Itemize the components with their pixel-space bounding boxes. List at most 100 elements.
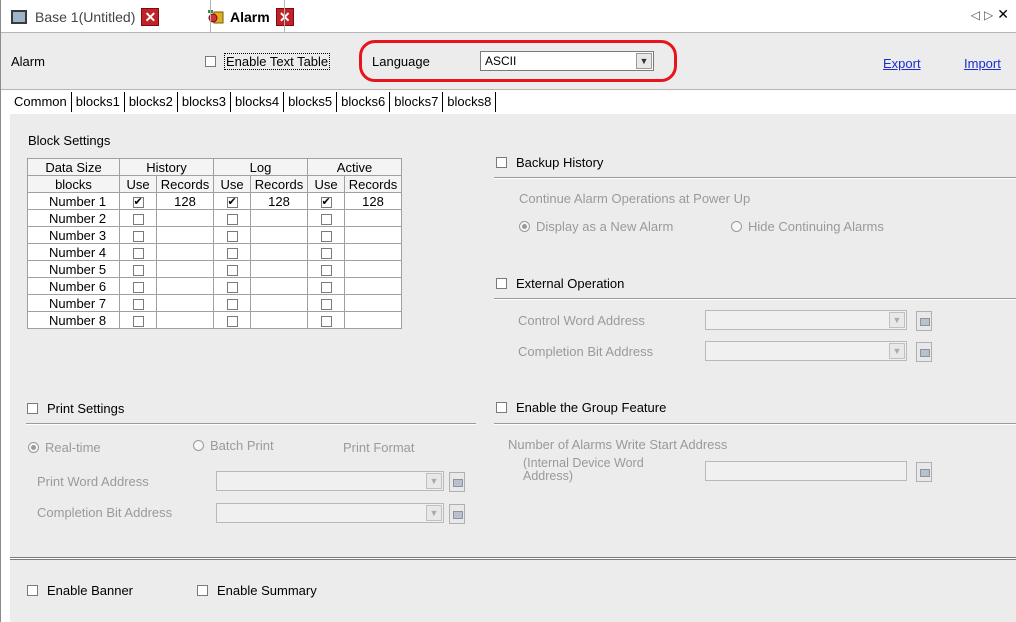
use-checkbox-cell[interactable] (307, 226, 345, 244)
use-checkbox[interactable] (226, 195, 238, 208)
import-link[interactable]: Import (964, 56, 1001, 71)
use-checkbox[interactable] (320, 195, 332, 208)
use-checkbox-cell[interactable] (213, 243, 251, 261)
checkbox-box[interactable] (496, 402, 507, 413)
device-picker-icon[interactable] (916, 462, 932, 482)
use-checkbox-cell[interactable] (307, 209, 345, 227)
use-checkbox[interactable] (320, 315, 332, 327)
checkbox-box[interactable] (27, 403, 38, 414)
use-checkbox[interactable] (132, 298, 144, 310)
control-word-select[interactable]: ▼ (705, 310, 907, 330)
tab-common[interactable]: Common (10, 92, 72, 112)
checkbox-box[interactable] (496, 157, 507, 168)
doc-tab-base1[interactable]: Base 1(Untitled) ✕ (11, 3, 160, 31)
use-checkbox-cell[interactable] (213, 209, 251, 227)
use-checkbox-cell[interactable] (119, 260, 157, 278)
checkbox-box[interactable] (205, 56, 216, 67)
use-checkbox-cell[interactable] (119, 209, 157, 227)
group-feature-checkbox[interactable]: Enable the Group Feature (496, 400, 666, 415)
enable-banner-checkbox[interactable]: Enable Banner (27, 583, 133, 598)
device-picker-icon[interactable] (916, 311, 932, 331)
use-checkbox-cell[interactable] (119, 294, 157, 312)
tab-blocks6[interactable]: blocks6 (337, 92, 391, 112)
use-checkbox[interactable] (226, 281, 238, 293)
use-checkbox-cell[interactable] (119, 192, 157, 210)
use-checkbox[interactable] (226, 315, 238, 327)
use-checkbox[interactable] (226, 247, 238, 259)
checkbox-box[interactable] (496, 278, 507, 289)
tab-blocks1[interactable]: blocks1 (72, 92, 125, 112)
external-completion-bit-select[interactable]: ▼ (705, 341, 907, 361)
use-checkbox-cell[interactable] (307, 311, 345, 329)
print-completion-bit-select[interactable]: ▼ (216, 503, 444, 523)
chevron-down-icon[interactable]: ▼ (426, 473, 442, 489)
use-checkbox[interactable] (132, 315, 144, 327)
scroll-left-icon[interactable]: ◁ (971, 8, 980, 23)
export-link[interactable]: Export (883, 56, 921, 71)
chevron-down-icon[interactable]: ▼ (889, 312, 905, 328)
write-start-address-field[interactable] (705, 461, 907, 481)
radio-dot[interactable] (28, 442, 39, 453)
realtime-radio[interactable]: Real-time (28, 440, 101, 455)
device-picker-icon[interactable] (916, 342, 932, 362)
tab-blocks8[interactable]: blocks8 (443, 92, 497, 112)
use-checkbox-cell[interactable] (307, 260, 345, 278)
use-checkbox[interactable] (132, 195, 144, 208)
use-checkbox-cell[interactable] (307, 277, 345, 295)
enable-summary-checkbox[interactable]: Enable Summary (197, 583, 317, 598)
external-operation-checkbox[interactable]: External Operation (496, 276, 624, 291)
use-checkbox-cell[interactable] (213, 311, 251, 329)
tab-blocks4[interactable]: blocks4 (231, 92, 285, 112)
use-checkbox-cell[interactable] (213, 277, 251, 295)
use-checkbox[interactable] (226, 230, 238, 242)
use-checkbox[interactable] (320, 247, 332, 259)
use-checkbox[interactable] (320, 298, 332, 310)
batch-print-radio[interactable]: Batch Print (193, 438, 274, 453)
use-checkbox[interactable] (320, 264, 332, 276)
radio-dot[interactable] (519, 221, 530, 232)
tab-blocks7[interactable]: blocks7 (390, 92, 444, 112)
use-checkbox-cell[interactable] (213, 294, 251, 312)
use-checkbox[interactable] (132, 247, 144, 259)
scroll-right-icon[interactable]: ▷ (984, 8, 993, 23)
device-picker-icon[interactable] (449, 504, 465, 524)
print-settings-checkbox[interactable]: Print Settings (27, 401, 124, 416)
use-checkbox-cell[interactable] (213, 226, 251, 244)
tab-blocks5[interactable]: blocks5 (284, 92, 338, 112)
use-checkbox[interactable] (132, 264, 144, 276)
use-checkbox[interactable] (132, 230, 144, 242)
use-checkbox-cell[interactable] (119, 277, 157, 295)
use-checkbox[interactable] (226, 298, 238, 310)
tab-blocks3[interactable]: blocks3 (178, 92, 231, 112)
chevron-down-icon[interactable]: ▼ (889, 343, 905, 359)
use-checkbox[interactable] (320, 281, 332, 293)
display-new-alarm-radio[interactable]: Display as a New Alarm (519, 219, 673, 234)
use-checkbox-cell[interactable] (119, 226, 157, 244)
use-checkbox[interactable] (132, 281, 144, 293)
use-checkbox[interactable] (320, 213, 332, 225)
chevron-down-icon[interactable]: ▼ (426, 505, 442, 521)
use-checkbox-cell[interactable] (119, 243, 157, 261)
close-all-icon[interactable]: ✕ (997, 6, 1009, 23)
use-checkbox-cell[interactable] (307, 243, 345, 261)
device-picker-icon[interactable] (449, 472, 465, 492)
tab-blocks2[interactable]: blocks2 (125, 92, 178, 112)
enable-text-table-checkbox[interactable]: Enable Text Table (205, 53, 331, 70)
use-checkbox-cell[interactable] (119, 311, 157, 329)
close-icon[interactable]: ✕ (141, 8, 160, 26)
radio-dot[interactable] (731, 221, 742, 232)
backup-history-checkbox[interactable]: Backup History (496, 155, 603, 170)
use-checkbox-cell[interactable] (213, 260, 251, 278)
use-checkbox[interactable] (132, 213, 144, 225)
checkbox-box[interactable] (197, 585, 208, 596)
use-checkbox[interactable] (226, 213, 238, 225)
use-checkbox-cell[interactable] (213, 192, 251, 210)
use-checkbox[interactable] (320, 230, 332, 242)
radio-dot[interactable] (193, 440, 204, 451)
use-checkbox-cell[interactable] (307, 294, 345, 312)
hide-continuing-radio[interactable]: Hide Continuing Alarms (731, 219, 884, 234)
checkbox-box[interactable] (27, 585, 38, 596)
use-checkbox-cell[interactable] (307, 192, 345, 210)
use-checkbox[interactable] (226, 264, 238, 276)
print-word-address-select[interactable]: ▼ (216, 471, 444, 491)
